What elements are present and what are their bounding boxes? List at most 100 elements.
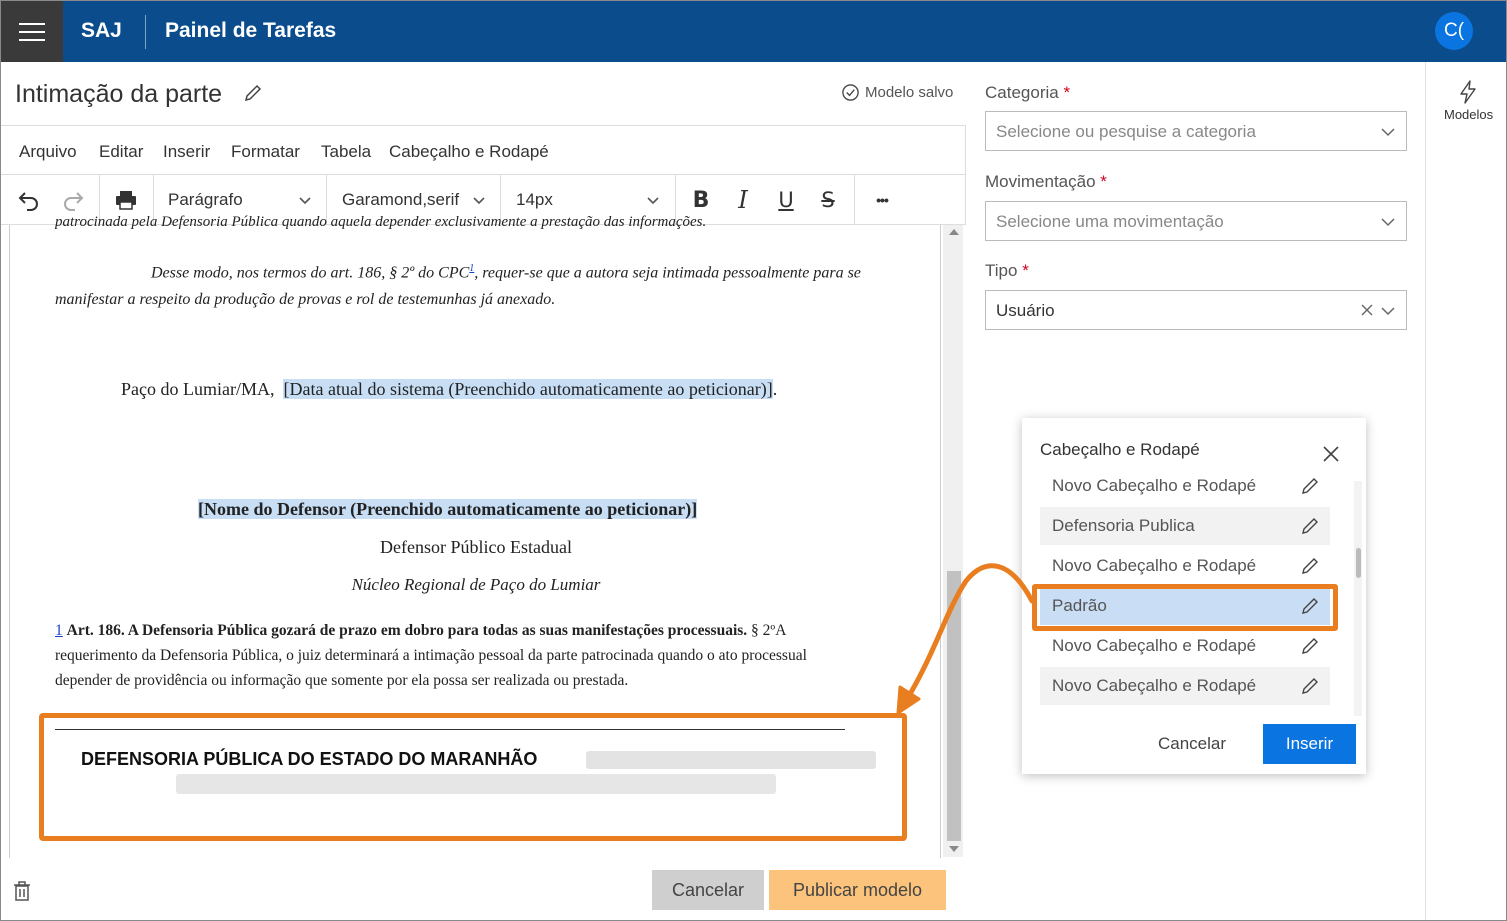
lightning-icon[interactable] [1457,80,1479,104]
movimentacao-select[interactable]: Selecione uma movimentação [985,201,1407,241]
list-item[interactable]: Novo Cabeçalho e Rodapé [1040,547,1330,585]
chevron-down-icon[interactable] [1380,214,1396,230]
close-icon[interactable] [1322,445,1340,463]
menu-icon[interactable] [1,1,63,62]
right-rail [1425,62,1506,920]
categoria-label-text: Categoria [985,83,1059,102]
underline-button[interactable]: U [772,186,800,214]
saved-status: Modelo salvo [841,83,953,102]
brand-logo[interactable]: SAJ [81,19,122,43]
font-size-select[interactable]: 14px [516,190,553,210]
modelos-label[interactable]: Modelos [1444,107,1493,122]
list-item-label: Novo Cabeçalho e Rodapé [1052,556,1257,575]
italic-button[interactable]: I [729,186,757,214]
doc-paragraph-cut: patrocinada pela Defensoria Pública quan… [55,214,707,230]
app-window: SAJ Painel de Tarefas C( Intimação da pa… [0,0,1507,921]
movimentacao-label: Movimentação * [985,172,1107,192]
bold-button[interactable]: B [687,186,715,214]
document-title: Intimação da parte [15,80,223,108]
saved-status-label: Modelo salvo [865,84,954,101]
footnote-bold: Art. 186. A Defensoria Pública gozará de… [66,622,748,639]
menu-arquivo[interactable]: Arquivo [19,142,77,162]
defender-placeholder-text[interactable]: [Nome do Defensor (Preenchido automatica… [198,499,698,519]
pencil-icon[interactable] [1300,636,1320,656]
list-item[interactable]: Novo Cabeçalho e Rodapé [1040,627,1330,665]
tipo-select[interactable]: Usuário [985,290,1407,330]
dialog-scrollbar[interactable] [1354,481,1362,716]
dialog-insert-button[interactable]: Inserir [1263,724,1356,764]
menu-editar[interactable]: Editar [99,142,143,162]
pencil-icon[interactable] [1300,556,1320,576]
menu-tabela[interactable]: Tabela [321,142,371,162]
list-item[interactable]: Novo Cabeçalho e Rodapé [1040,471,1330,505]
dialog-scrollbar-thumb[interactable] [1356,548,1361,578]
date-placeholder[interactable]: [Data atual do sistema (Preenchido autom… [283,379,773,399]
list-item-label: Novo Cabeçalho e Rodapé [1052,676,1257,695]
chevron-down-icon[interactable] [646,193,660,207]
tipo-value: Usuário [996,301,1055,320]
categoria-select[interactable]: Selecione ou pesquise a categoria [985,111,1407,151]
clear-icon[interactable] [1360,303,1374,317]
pencil-icon[interactable] [1300,676,1320,696]
nucleo-name: Núcleo Regional de Paço do Lumiar [351,575,601,594]
footnote-number[interactable]: 1 [55,622,63,639]
redo-icon[interactable] [59,186,87,214]
list-item-label: Defensoria Publica [1052,516,1195,535]
required-mark: * [1022,261,1029,280]
chevron-down-icon[interactable] [1380,303,1396,319]
dialog-cancel-button[interactable]: Cancelar [1137,725,1247,763]
list-item[interactable]: Novo Cabeçalho e Rodapé [1040,667,1330,705]
strikethrough-button[interactable]: S [814,186,842,214]
required-mark: * [1063,83,1071,102]
tipo-label: Tipo * [985,261,1029,281]
categoria-placeholder: Selecione ou pesquise a categoria [996,122,1256,141]
defender-role: Defensor Público Estadual [380,537,572,557]
undo-icon[interactable] [15,186,43,214]
publish-model-button[interactable]: Publicar modelo [769,870,946,910]
paragraph-select[interactable]: Parágrafo [168,190,243,210]
footnote: 1 Art. 186. A Defensoria Pública gozará … [55,618,887,693]
doc-paragraph: manifestar a respeito da produção de pro… [55,291,556,308]
movimentacao-placeholder: Selecione uma movimentação [996,212,1224,231]
selected-item-callout-highlight [1032,584,1338,631]
chevron-down-icon[interactable] [298,193,312,207]
doc-text: . [772,379,778,399]
pencil-icon[interactable] [1300,516,1320,536]
footnote-text: requerimento da Defensoria Pública, o ju… [55,647,807,664]
categoria-label: Categoria * [985,83,1070,103]
scroll-up-icon[interactable] [949,229,959,235]
print-icon[interactable] [112,186,140,214]
doc-text: , requer-se que a autora seja intimada p… [474,264,861,282]
document-scrollbar-thumb[interactable] [947,571,961,841]
movimentacao-label-text: Movimentação [985,172,1096,191]
check-circle-icon [842,84,859,101]
list-item-label: Novo Cabeçalho e Rodapé [1052,636,1257,655]
top-bar: SAJ Painel de Tarefas C( [1,1,1506,62]
doc-place: Paço do Lumiar/MA, [121,379,275,399]
footnote-text: § 2ºA [747,622,787,639]
header-divider [145,15,146,49]
trash-icon[interactable] [13,881,31,901]
menu-cabecalho-rodape[interactable]: Cabeçalho e Rodapé [389,142,549,162]
scroll-down-icon[interactable] [949,846,959,852]
doc-place-date: Paço do Lumiar/MA, [Data atual do sistem… [121,379,777,400]
font-select[interactable]: Garamond,serif [342,190,459,210]
footer-callout-highlight [39,713,907,841]
list-item[interactable]: Defensoria Publica [1040,507,1330,545]
dialog-title: Cabeçalho e Rodapé [1040,440,1200,459]
more-button[interactable]: ••• [868,186,896,214]
chevron-down-icon[interactable] [472,193,486,207]
menu-formatar[interactable]: Formatar [231,142,300,162]
avatar[interactable]: C( [1435,12,1473,50]
chevron-down-icon[interactable] [1380,124,1396,140]
tipo-label-text: Tipo [985,261,1018,280]
pencil-icon[interactable] [1300,476,1320,496]
required-mark: * [1100,172,1107,191]
doc-text: Desse modo, nos termos do art. 186, § 2º… [151,264,470,282]
editor-menubar: Arquivo Editar Inserir Formatar Tabela C… [1,125,966,175]
menu-inserir[interactable]: Inserir [163,142,210,162]
pencil-icon[interactable] [243,83,263,103]
defender-placeholder[interactable]: [Nome do Defensor (Preenchido automatica… [198,499,698,520]
cancel-button[interactable]: Cancelar [652,870,764,910]
app-title: Painel de Tarefas [165,19,337,42]
